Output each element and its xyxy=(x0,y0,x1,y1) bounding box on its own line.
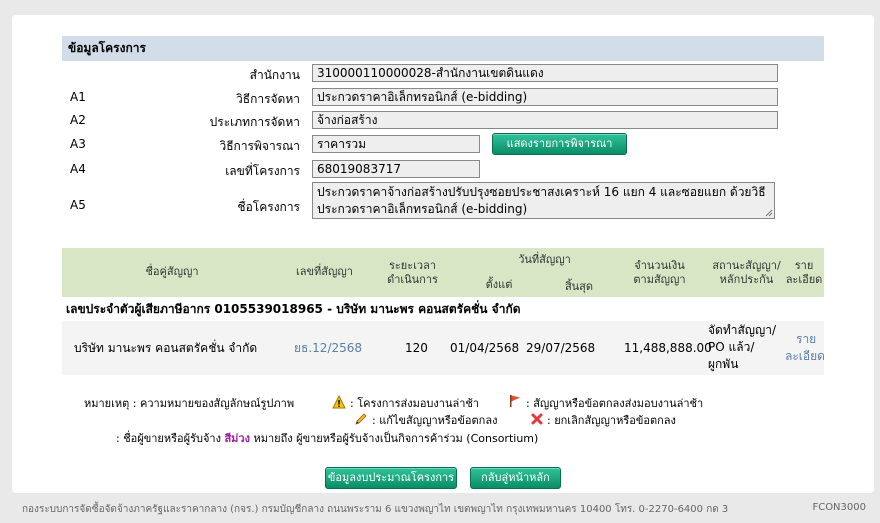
th-contractor: ชื่อคู่สัญญา xyxy=(145,265,199,278)
th-start: ตั้งแต่ xyxy=(485,278,513,291)
row-detail-link-2[interactable]: ละเอียด xyxy=(785,349,825,363)
method-field[interactable]: ประกวดราคาอิเล็กทรอนิกส์ (e-bidding) xyxy=(312,88,778,106)
project-no-label: เลขที่โครงการ xyxy=(225,164,300,178)
flag-icon xyxy=(510,395,520,407)
back-to-main-button[interactable]: กลับสู่หน้าหลัก xyxy=(470,467,561,489)
row-start-date: 01/04/2568 xyxy=(450,341,520,355)
section-title: ข้อมูลโครงการ xyxy=(62,36,824,61)
legend-consortium: : ชื่อผู้ขายหรือผู้รับจ้าง สีม่วง หมายถึ… xyxy=(116,432,538,446)
consortium-prefix: : ชื่อผู้ขายหรือผู้รับจ้าง xyxy=(116,432,221,445)
resize-grip-icon[interactable] xyxy=(765,209,773,217)
code-a2: A2 xyxy=(70,113,86,127)
th-detail-1: ราย xyxy=(794,259,814,272)
code-a4: A4 xyxy=(70,162,86,176)
project-name-label: ชื่อโครงการ xyxy=(237,200,300,214)
project-no-field[interactable]: 68019083717 xyxy=(312,160,480,178)
project-name-text: ประกวดราคาจ้างก่อสร้างปรับปรุงซอยประชาสง… xyxy=(317,185,766,216)
cancel-x-icon xyxy=(531,413,543,425)
row-duration: 120 xyxy=(405,341,428,355)
taxpayer-group-row: เลขประจำตัวผู้เสียภาษีอากร 0105539018965… xyxy=(66,302,521,316)
project-name-textarea[interactable]: ประกวดราคาจ้างก่อสร้างปรับปรุงซอยประชาสง… xyxy=(312,182,775,219)
legend-warning-text: : โครงการส่งมอบงานล่าช้า xyxy=(350,397,480,410)
consortium-purple-word: สีม่วง xyxy=(224,432,250,445)
row-status-1: จัดทำสัญญา/ xyxy=(708,323,777,337)
th-duration-2: ดำเนินการ xyxy=(387,273,438,286)
budget-info-button[interactable]: ข้อมูลงบประมาณโครงการ xyxy=(325,467,457,489)
warning-icon xyxy=(332,395,346,409)
code-a3: A3 xyxy=(70,137,86,151)
row-status-2: PO แล้ว/ xyxy=(708,340,755,354)
show-consideration-button[interactable]: แสดงรายการพิจารณา xyxy=(492,133,627,155)
type-field[interactable]: จ้างก่อสร้าง xyxy=(312,111,778,129)
th-detail-2: ละเอียด xyxy=(785,273,823,286)
row-end-date: 29/07/2568 xyxy=(526,341,596,355)
th-date-group: วันที่สัญญา xyxy=(518,253,571,266)
th-contract-no: เลขที่สัญญา xyxy=(296,265,353,278)
consortium-suffix: หมายถึง ผู้ขายหรือผู้รับจ้างเป็นกิจการค้… xyxy=(253,432,539,445)
office-label: สำนักงาน xyxy=(249,68,300,82)
row-amount: 11,488,888.00 xyxy=(624,341,712,355)
th-end: สิ้นสุด xyxy=(564,280,594,293)
office-field[interactable]: 310000110000028-สำนักงานเขตดินแดง xyxy=(312,64,778,82)
consider-field[interactable]: ราคารวม xyxy=(312,135,480,153)
legend-cancel-text: : ยกเลิกสัญญาหรือข้อตกลง xyxy=(547,414,676,427)
row-contractor: บริษัท มานะพร คอนสตรัคชั่น จำกัด xyxy=(74,341,258,355)
row-contract-no-link[interactable]: ยธ.12/2568 xyxy=(294,341,362,355)
table-row: บริษัท มานะพร คอนสตรัคชั่น จำกัด ยธ.12/2… xyxy=(62,321,825,375)
th-status-2: หลักประกัน xyxy=(719,273,774,286)
th-amount-2: ตามสัญญา xyxy=(633,273,686,286)
contract-table-header: ชื่อคู่สัญญา เลขที่สัญญา ระยะเวลา ดำเนิน… xyxy=(62,248,824,297)
row-status-3: ผูกพัน xyxy=(708,357,739,371)
footer-address: กองระบบการจัดซื้อจัดจ้างภาครัฐและราคากลา… xyxy=(22,504,729,515)
legend-edit-text: : แก้ไขสัญญาหรือข้อตกลง xyxy=(372,414,498,427)
th-amount-1: จำนวนเงิน xyxy=(634,259,685,272)
th-status-1: สถานะสัญญา/ xyxy=(712,259,781,272)
type-label: ประเภทการจัดหา xyxy=(209,115,300,129)
footer-page-code: FCON3000 xyxy=(812,502,866,513)
legend-title: หมายเหตุ : ความหมายของสัญลักษณ์รูปภาพ xyxy=(84,397,295,410)
code-a1: A1 xyxy=(70,90,86,104)
pencil-icon xyxy=(355,413,367,425)
method-label: วิธีการจัดหา xyxy=(236,92,300,106)
row-detail-link-1[interactable]: ราย xyxy=(796,332,816,346)
legend-flag-text: : สัญญาหรือข้อตกลงส่งมอบงานล่าช้า xyxy=(526,397,704,410)
code-a5: A5 xyxy=(70,198,86,212)
consider-label: วิธีการพิจารณา xyxy=(219,139,300,153)
th-duration-1: ระยะเวลา xyxy=(388,259,437,272)
